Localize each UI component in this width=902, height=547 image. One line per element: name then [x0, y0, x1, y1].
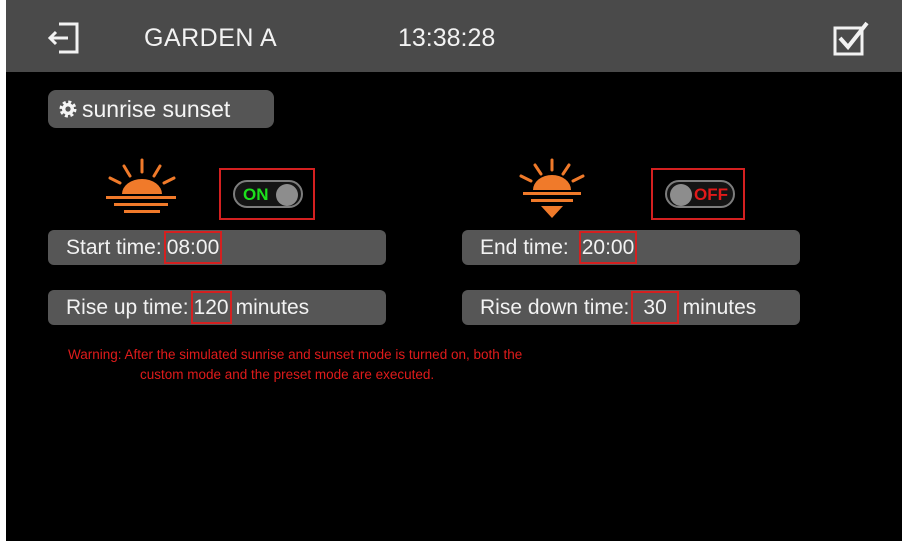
- clock-time: 13:38:28: [398, 24, 496, 52]
- garden-name: GARDEN A: [144, 24, 278, 52]
- rise-up-time-unit: minutes: [235, 295, 310, 319]
- back-button[interactable]: [46, 20, 86, 56]
- logout-arrow-icon: [47, 22, 79, 54]
- rise-down-time-value[interactable]: 30: [631, 291, 679, 324]
- toggle-knob: [670, 184, 692, 206]
- warning-message: Warning: After the simulated sunrise and…: [68, 345, 522, 385]
- rise-down-time-unit: minutes: [682, 295, 757, 319]
- gear-icon: [59, 100, 77, 118]
- rise-down-time-label: Rise down time:: [480, 295, 630, 319]
- sunset-toggle-label: OFF: [694, 185, 728, 204]
- start-time-field[interactable]: Start time: 08:00: [48, 230, 386, 265]
- screen: GARDEN A 13:38:28 sunrise sunset ON OFF …: [6, 0, 902, 541]
- checkbox-checked-icon: [833, 21, 869, 56]
- sunrise-toggle-highlight: ON: [219, 168, 315, 220]
- start-time-label: Start time:: [66, 235, 162, 259]
- rise-up-time-label: Rise up time:: [66, 295, 189, 319]
- rise-up-time-field[interactable]: Rise up time: 120 minutes: [48, 290, 386, 325]
- sunrise-toggle[interactable]: ON: [233, 180, 303, 208]
- toggle-knob: [276, 184, 298, 206]
- rise-down-time-field[interactable]: Rise down time: 30 minutes: [462, 290, 800, 325]
- sunset-icon: [519, 158, 585, 218]
- confirm-button[interactable]: [830, 20, 870, 58]
- start-time-value[interactable]: 08:00: [163, 231, 223, 264]
- mode-title-button[interactable]: sunrise sunset: [48, 90, 274, 128]
- mode-title-label: sunrise sunset: [82, 95, 231, 122]
- sunrise-toggle-label: ON: [243, 185, 269, 204]
- warning-line-2: custom mode and the preset mode are exec…: [140, 367, 435, 382]
- end-time-field[interactable]: End time: 20:00: [462, 230, 800, 265]
- warning-line-1: Warning: After the simulated sunrise and…: [68, 347, 523, 362]
- rise-up-time-value[interactable]: 120: [190, 291, 232, 324]
- end-time-label: End time:: [480, 235, 569, 259]
- top-bar: GARDEN A 13:38:28: [6, 0, 902, 72]
- sunrise-icon: [106, 158, 176, 213]
- sunset-toggle[interactable]: OFF: [665, 180, 735, 208]
- sunset-toggle-highlight: OFF: [651, 168, 745, 220]
- end-time-value[interactable]: 20:00: [578, 231, 638, 264]
